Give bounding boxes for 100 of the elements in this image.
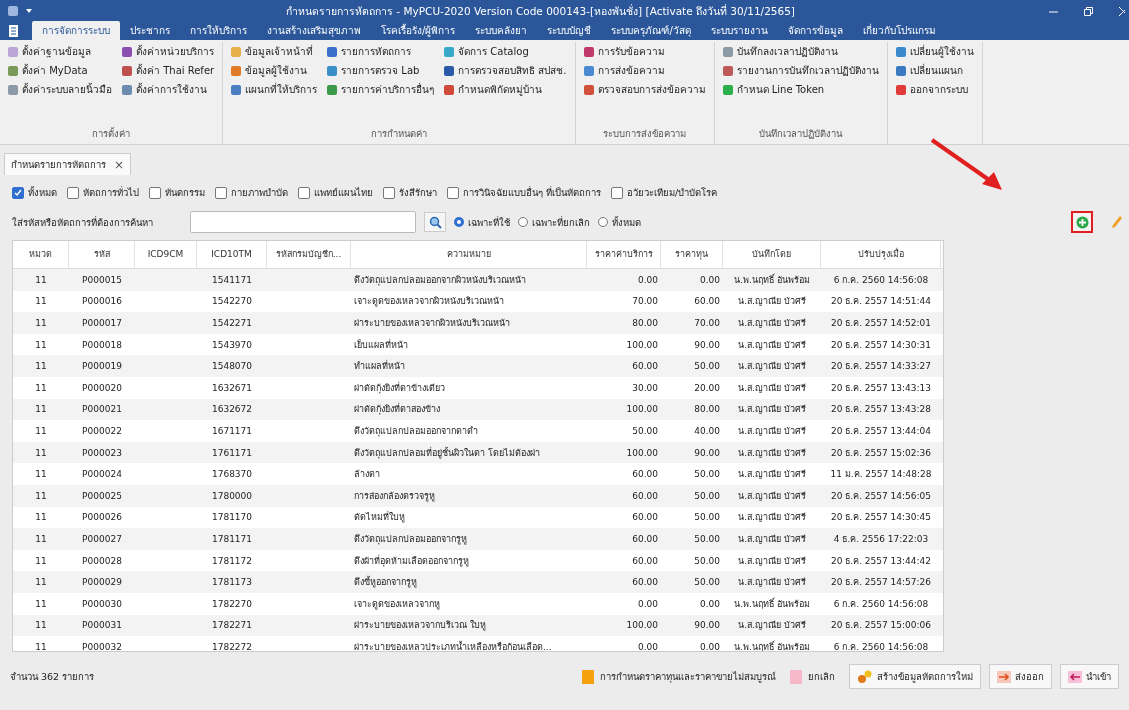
ribbon-item[interactable]: กำหนดพิกัดหมู่บ้าน xyxy=(444,80,567,99)
table-cell: 0.00 xyxy=(637,598,658,609)
table-cell: น.ส.ญาณีย บัวศรี xyxy=(738,296,806,307)
table-cell: 20 ธ.ค. 2557 14:56:05 xyxy=(830,490,932,501)
table-cell: 60.00 xyxy=(632,361,658,372)
column-header[interactable]: ราคาค่าบริการ xyxy=(587,241,661,268)
menu-tab[interactable]: โรคเรื้อรัง/ผู้พิการ xyxy=(371,21,466,40)
table-cell: 11 xyxy=(35,425,47,436)
filter-checkbox[interactable]: ทั้งหมด xyxy=(12,185,57,200)
close-tab-button[interactable]: × xyxy=(114,157,125,172)
ribbon-item[interactable]: ตั้งค่าฐานข้อมูล xyxy=(8,42,112,61)
ribbon-item[interactable]: ออกจากระบบ xyxy=(895,80,974,99)
menu-tab[interactable]: เกี่ยวกับโปรแกรม xyxy=(852,21,946,40)
table-cell: ผ่าตัดกุ้งยิงที่ตาสองข้าง xyxy=(354,404,440,415)
ribbon-item[interactable]: ข้อมูลผู้ใช้งาน xyxy=(231,61,318,80)
ribbon-item[interactable]: ตั้งค่าการใช้งาน xyxy=(122,80,215,99)
table-cell: 11 xyxy=(35,404,47,415)
menu-tab[interactable]: การจัดการระบบ xyxy=(32,21,120,40)
table-cell: P000029 xyxy=(82,577,122,588)
footer-button[interactable]: ส่งออก xyxy=(989,664,1052,689)
filter-checkbox[interactable]: หัตถการทั่วไป xyxy=(67,185,139,200)
menu-tab[interactable]: ประชากร xyxy=(120,21,180,40)
table-cell: 11 xyxy=(35,296,47,307)
table-cell: P000025 xyxy=(82,490,122,501)
table-cell: ดึงขี้หูออกจากรูหู xyxy=(354,577,417,588)
ribbon-item[interactable]: ตั้งค่าระบบลายนิ้วมือ xyxy=(8,80,112,99)
table-cell: น.ส.ญาณีย บัวศรี xyxy=(738,512,806,523)
menu-tab[interactable]: การให้บริการ xyxy=(180,21,257,40)
column-header[interactable]: ปรับปรุงเมื่อ xyxy=(821,241,941,268)
table-cell: 20 ธ.ค. 2557 13:44:04 xyxy=(830,425,932,436)
table-cell: 1671171 xyxy=(211,425,253,436)
ribbon-item[interactable]: รายการตรวจ Lab xyxy=(327,61,435,80)
table-cell: 11 xyxy=(35,620,47,631)
filter-checkbox[interactable]: รังสีรักษา xyxy=(383,185,437,200)
menu-tab[interactable]: งานสร้างเสริมสุขภาพ xyxy=(257,21,371,40)
filter-checkbox[interactable]: แพทย์แผนไทย xyxy=(298,185,373,200)
menu-tab[interactable]: จัดการข้อมูล xyxy=(777,21,853,40)
table-cell: น.ส.ญาณีย บัวศรี xyxy=(738,425,806,436)
column-header[interactable]: รหัส xyxy=(69,241,135,268)
ribbon-item[interactable]: แผนกที่ให้บริการ xyxy=(231,80,318,99)
ribbon-item[interactable]: ตั้งค่าหน่วยบริการ xyxy=(122,42,215,61)
status-radio[interactable]: ทั้งหมด xyxy=(598,214,641,230)
ribbon-item[interactable]: เปลี่ยนผู้ใช้งาน xyxy=(895,42,974,61)
table-cell: 11 ม.ค. 2557 14:48:28 xyxy=(830,469,932,480)
table-cell: 11 xyxy=(35,533,47,544)
table-cell: 0.00 xyxy=(699,641,720,651)
menu-tab[interactable]: ระบบครุภัณฑ์/วัสดุ xyxy=(601,21,701,40)
status-radio[interactable]: เฉพาะที่ใช้ xyxy=(454,214,510,230)
ribbon-item[interactable]: ตั้งค่า Thai Refer xyxy=(122,61,215,80)
ribbon-item[interactable]: รายการค่าบริการอื่นๆ xyxy=(327,80,435,99)
restore-icon[interactable] xyxy=(1084,6,1093,16)
ribbon-item[interactable]: ข้อมูลเจ้าหน้าที่ xyxy=(231,42,318,61)
column-header[interactable]: บันทึกโดย xyxy=(723,241,821,268)
filter-checkbox[interactable]: ทันตกรรม xyxy=(149,185,205,200)
dropdown-caret-icon[interactable] xyxy=(26,9,32,13)
ribbon-item[interactable]: การส่งข้อความ xyxy=(583,61,706,80)
column-header[interactable]: ICD9CM xyxy=(135,241,197,268)
search-button[interactable] xyxy=(424,212,446,232)
group-label: ระบบการส่งข้อความ xyxy=(602,127,687,141)
table-cell: 60.00 xyxy=(632,533,658,544)
ribbon-item[interactable]: ตรวจสอบการส่งข้อความ xyxy=(583,80,706,99)
document-tab[interactable]: กำหนดรายการหัตถการ × xyxy=(4,153,132,175)
ribbon-item[interactable]: กำหนด Line Token xyxy=(722,80,879,99)
table-cell: 20 ธ.ค. 2557 14:52:01 xyxy=(830,318,932,328)
table-cell: 70.00 xyxy=(694,318,720,328)
ribbon-item[interactable]: ตั้งค่า MyData xyxy=(8,61,112,80)
ribbon-item[interactable]: บันทึกลงเวลาปฏิบัติงาน xyxy=(722,42,879,61)
checkmark-icon xyxy=(14,188,22,197)
menu-tab[interactable]: ระบบคลังยา xyxy=(465,21,538,40)
column-header[interactable]: ICD10TM xyxy=(197,241,267,268)
group-label: การตั้งค่า xyxy=(91,126,132,141)
status-radio[interactable]: เฉพาะที่ยกเลิก xyxy=(518,214,590,230)
menu-tab[interactable]: ระบบบัญชี xyxy=(537,21,602,40)
filter-checkbox[interactable]: กายภาพบำบัด xyxy=(215,185,288,200)
column-header[interactable]: ราคาทุน xyxy=(661,241,723,268)
column-header[interactable]: รหัสกรมบัญชีก... xyxy=(267,241,351,268)
footer-button[interactable]: สร้างข้อมูลหัตถการใหม่ xyxy=(849,664,981,689)
table-cell: ล้างตา xyxy=(354,469,380,480)
menu-tab[interactable]: ระบบรายงาน xyxy=(700,21,778,40)
close-icon[interactable] xyxy=(1119,6,1125,16)
column-header[interactable]: ความหมาย xyxy=(351,241,587,268)
table-cell: 0.00 xyxy=(699,274,720,285)
ribbon-item[interactable]: เปลี่ยนแผนก xyxy=(895,61,974,80)
tab-title[interactable]: กำหนดรายการหัตถการ xyxy=(11,157,106,172)
table-cell: 20 ธ.ค. 2557 15:00:06 xyxy=(830,620,932,631)
table-cell: 1542270 xyxy=(211,296,253,307)
ribbon-item[interactable]: รายงานการบันทึกเวลาปฏิบัติงาน xyxy=(722,61,879,80)
filter-checkbox[interactable]: การวินิจฉัยแบบอื่นๆ ที่เป็นหัตถการ xyxy=(447,185,602,200)
footer-button[interactable]: นำเข้า xyxy=(1060,664,1119,689)
ribbon-item[interactable]: จัดการ Catalog xyxy=(444,42,567,61)
ribbon-item[interactable]: การตรวจสอบสิทธิ สปสช. xyxy=(444,61,567,80)
ribbon-item[interactable]: รายการหัตถการ xyxy=(327,42,435,61)
table-cell: P000026 xyxy=(82,512,122,523)
filter-checkbox[interactable]: อวัยวะเทียม/บำบัดโรค xyxy=(611,185,718,200)
add-button[interactable] xyxy=(1071,211,1093,233)
column-header[interactable]: หมวด xyxy=(13,241,69,268)
table-cell: 100.00 xyxy=(626,404,658,415)
ribbon-item[interactable]: การรับข้อความ xyxy=(583,42,706,61)
search-field[interactable] xyxy=(190,211,416,233)
table-cell: 60.00 xyxy=(632,490,658,501)
